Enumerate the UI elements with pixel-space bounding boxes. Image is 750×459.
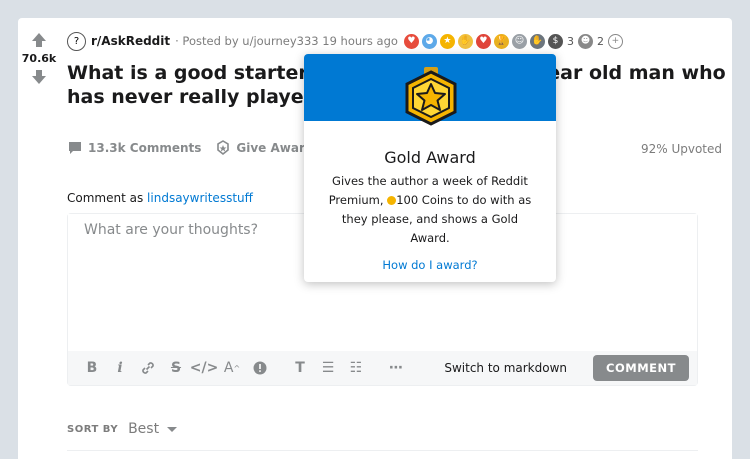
give-award-label: Give Award [236, 141, 314, 155]
award-icon[interactable]: ♥ [475, 33, 491, 49]
award-icon[interactable]: ☺ [511, 33, 527, 49]
divider [67, 450, 698, 451]
posted-by: · Posted by u/journey333 19 hours ago [175, 34, 398, 48]
award-count: 3 [566, 34, 574, 48]
link-icon[interactable] [134, 354, 162, 382]
gold-award-icon [405, 67, 457, 126]
numbered-list-icon[interactable]: ☷ [342, 354, 370, 382]
comment-icon [69, 142, 81, 154]
spoiler-icon[interactable] [246, 354, 274, 382]
give-award-button[interactable]: Give Award [215, 140, 313, 156]
award-icon [217, 140, 230, 156]
more-options-icon[interactable]: ⋯ [382, 354, 410, 382]
award-icon[interactable]: ♥ [403, 33, 419, 49]
downvote-arrow-icon[interactable] [29, 67, 49, 87]
post-meta: ? r/AskReddit · Posted by u/journey333 1… [67, 31, 623, 51]
award-list: ♥ ◕ ★ ✋ ♥ 🏆 ☺ ✋ $ 3 ☻ 2 + [403, 33, 623, 49]
award-icon[interactable]: 🏆 [493, 33, 509, 49]
bold-icon[interactable]: B [78, 354, 106, 382]
award-tooltip: Gold Award Gives the author a week of Re… [304, 54, 556, 282]
sort-selector[interactable]: SORT BY Best [67, 421, 178, 437]
award-icon[interactable]: $ [547, 33, 563, 49]
comments-button[interactable]: 13.3k Comments [67, 140, 201, 156]
sort-label: SORT BY [67, 423, 119, 435]
username-link[interactable]: lindsaywritesstuff [147, 191, 253, 205]
gold-award-icon[interactable]: ★ [439, 33, 455, 49]
subreddit-link[interactable]: r/AskReddit [91, 34, 170, 48]
award-icon[interactable]: ✋ [529, 33, 545, 49]
upvote-ratio: 92% Upvoted [640, 142, 722, 156]
bulleted-list-icon[interactable]: ☰ [314, 354, 342, 382]
award-icon[interactable]: ☻ [577, 33, 593, 49]
strikethrough-icon[interactable]: S [162, 354, 190, 382]
upvote-arrow-icon[interactable] [29, 30, 49, 50]
code-icon[interactable]: </> [190, 354, 219, 382]
subreddit-icon[interactable]: ? [67, 31, 86, 51]
coin-icon [387, 196, 397, 205]
italic-icon[interactable]: i [106, 354, 134, 382]
award-count: 2 [596, 34, 604, 48]
add-award-icon[interactable]: + [607, 33, 623, 49]
comment-as: Comment as lindsaywritesstuff [67, 191, 253, 205]
award-banner [304, 54, 556, 126]
chevron-down-icon[interactable] [167, 426, 178, 432]
comment-as-label: Comment as [67, 191, 144, 205]
award-description: Gives the author a week of Reddit Premiu… [324, 172, 536, 248]
vote-column: 70.6k [18, 30, 60, 87]
post-actions: 13.3k Comments Give Award [67, 140, 343, 156]
heading-icon[interactable]: T [286, 354, 314, 382]
how-to-award-link[interactable]: How do I award? [304, 258, 556, 272]
comment-button[interactable]: COMMENT [593, 355, 689, 381]
award-title: Gold Award [384, 148, 476, 167]
comments-label: 13.3k Comments [88, 141, 202, 155]
vote-score: 70.6k [21, 52, 57, 65]
superscript-icon[interactable]: A ^ [218, 354, 246, 382]
sort-value[interactable]: Best [128, 421, 159, 437]
editor-toolbar: B i S </> A ^ T ☰ ☷ ⋯ Switch to markdown … [68, 351, 697, 385]
award-icon[interactable]: ✋ [457, 33, 473, 49]
switch-to-markdown[interactable]: Switch to markdown [444, 361, 567, 375]
award-icon[interactable]: ◕ [421, 33, 437, 49]
